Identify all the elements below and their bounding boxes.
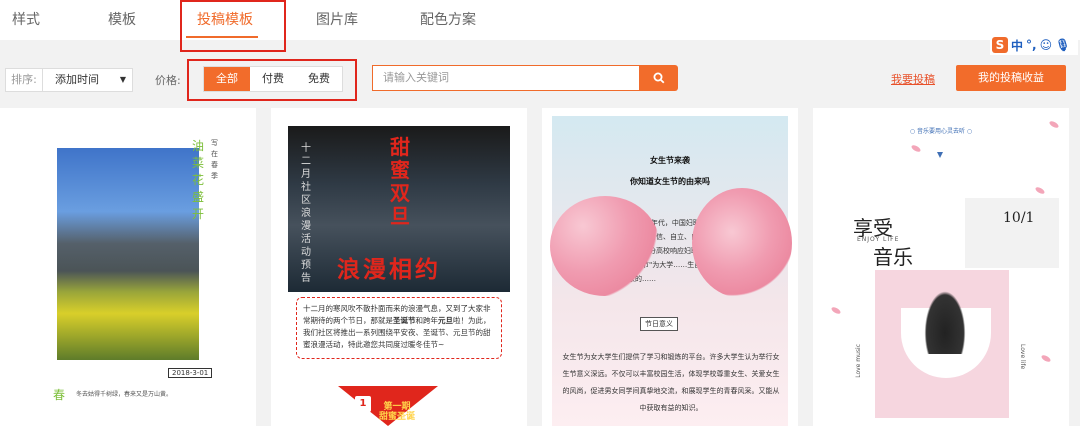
card-date: 2018-3-01 <box>168 368 213 378</box>
price-label: 价格: <box>155 74 181 87</box>
template-card[interactable]: 油菜花盛开 写在春季 2018-3-01 春 冬去姑得千树绿，春来又是万山黄。 <box>0 108 256 426</box>
card-description: 十二月的寒风吹不散扑面而来的浪漫气息，又到了大家非常期待的两个节日，那就是圣诞节… <box>296 297 502 359</box>
badge-text-2: 甜蜜圣诞 <box>379 412 416 422</box>
sort-label: 排序: <box>5 68 43 92</box>
highlight-box-price <box>187 59 357 101</box>
petal-decoration <box>830 305 842 316</box>
card-image <box>57 148 199 360</box>
desc-highlight: 圣诞节 <box>393 316 416 325</box>
petal-decoration <box>1034 185 1046 196</box>
ime-mode-label[interactable]: 中 <box>1011 37 1023 54</box>
card-top-line: ○ 音乐要用心灵去听 ○ <box>909 128 973 135</box>
badge-text-1: 第一期 <box>383 402 411 412</box>
card-date: 10/1 <box>1003 210 1035 226</box>
sort-select-value: 添加时间 <box>55 73 99 86</box>
search-icon <box>653 72 665 84</box>
card-body: 女生节为女大学生们提供了学习和锻炼的平台。许多大学生认为举行女生节意义深远。不仅… <box>562 353 780 412</box>
highlight-box-tab <box>180 0 286 52</box>
template-card[interactable]: ○ 音乐要用心灵去听 ○ 10/1 享受 ENJOY LIFE 音乐 Love … <box>813 108 1069 426</box>
balloons-right-image <box>692 188 792 298</box>
card-title-big: 浪漫相约 <box>337 257 441 283</box>
template-card[interactable]: 十二月社区浪漫活动预告 甜蜜双旦 浪漫相约 十二月的寒风吹不散扑面而来的浪漫气息… <box>271 108 527 426</box>
card-title: 女生节来袭 <box>650 156 690 165</box>
card-note: 冬去姑得千树绿，春来又是万山黄。 <box>76 391 173 398</box>
plant-image <box>921 284 969 354</box>
emoji-icon[interactable]: ☺ <box>1040 38 1053 52</box>
card-love-life: Love life <box>1019 344 1026 370</box>
card-vertical-title: 油菜花盛开 <box>192 139 205 221</box>
balloons-left-image <box>550 196 660 296</box>
my-income-button[interactable]: 我的投稿收益 <box>956 65 1066 91</box>
sogou-logo-icon: S <box>992 37 1008 53</box>
card-title-vertical: 甜蜜双旦 <box>390 135 410 228</box>
microphone-icon[interactable]: 🎙 <box>1055 38 1070 52</box>
search-input[interactable]: 请输入关键词 <box>372 65 640 91</box>
tab-styles[interactable]: 样式 <box>12 9 40 29</box>
desc-highlight: 元旦 <box>438 316 453 325</box>
caret-down-icon: ▼ <box>119 75 126 84</box>
tab-color-schemes[interactable]: 配色方案 <box>420 9 476 29</box>
card-season: 春 <box>53 388 66 402</box>
card-love-music: Love music <box>855 344 862 378</box>
card-badge-number: 1 <box>355 396 371 412</box>
card-tag: 节日意义 <box>640 317 678 331</box>
top-tab-bar: 样式 模板 投稿模板 图片库 配色方案 <box>0 0 1080 40</box>
card-vertical-text: 十二月社区浪漫活动预告 <box>301 143 311 284</box>
search-button[interactable] <box>640 65 678 91</box>
tab-templates[interactable]: 模板 <box>108 9 136 29</box>
ime-toolbar[interactable]: S 中 °, ☺ 🎙 <box>990 35 1078 55</box>
card-subtitle: 你知道女生节的由来吗 <box>630 177 710 186</box>
contribute-link[interactable]: 我要投稿 <box>891 71 935 87</box>
sort-select[interactable]: 添加时间 ▼ <box>43 68 133 92</box>
triangle-down-icon <box>937 152 943 158</box>
card-gray-block <box>965 198 1059 268</box>
petal-decoration <box>910 143 922 154</box>
punctuation-icon[interactable]: °, <box>1026 38 1037 52</box>
filter-bar: 排序: 添加时间 ▼ 价格: 全部 付费 免费 请输入关键词 我要投稿 我的投稿… <box>0 54 1080 102</box>
card-title-2: 音乐 <box>873 245 913 269</box>
tab-image-library[interactable]: 图片库 <box>316 9 358 29</box>
card-badge-text: 第一期 甜蜜圣诞 <box>379 402 415 422</box>
template-card[interactable]: 女生节来袭 你知道女生节的由来吗 世纪90年代，中国妇联号召自尊、自信、自立、自… <box>542 108 798 426</box>
desc-text: 和跨年 <box>415 316 439 325</box>
petal-decoration <box>1040 353 1052 364</box>
card-vertical-subtitle: 写在春季 <box>211 139 218 180</box>
